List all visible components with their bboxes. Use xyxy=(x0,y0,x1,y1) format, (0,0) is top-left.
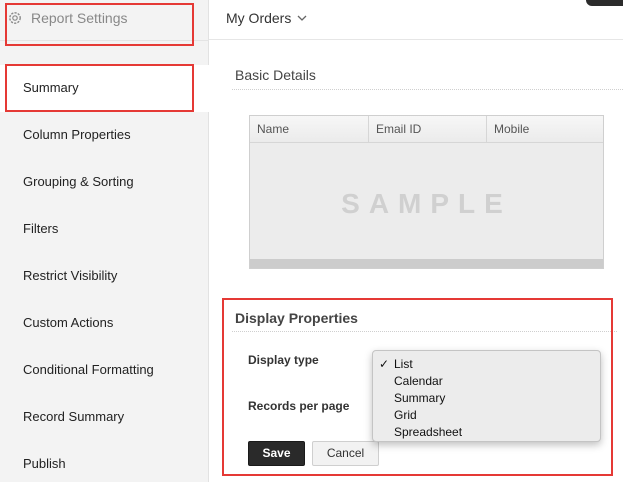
app-root: Report Settings Summary Column Propertie… xyxy=(0,0,623,482)
check-icon: ✓ xyxy=(379,357,390,371)
topbar: My Orders xyxy=(209,0,623,40)
report-name: My Orders xyxy=(226,10,292,26)
sidebar-item-label: Publish xyxy=(23,456,66,471)
sidebar-item-filters[interactable]: Filters xyxy=(0,206,209,253)
sidebar-item-publish[interactable]: Publish xyxy=(0,441,209,482)
option-list[interactable]: List xyxy=(394,357,413,371)
corner-tab[interactable] xyxy=(586,0,623,6)
sidebar-item-conditional-formatting[interactable]: Conditional Formatting xyxy=(0,347,209,394)
sidebar-item-record-summary[interactable]: Record Summary xyxy=(0,394,209,441)
basic-details-divider xyxy=(232,89,623,90)
gear-icon[interactable] xyxy=(7,10,23,26)
sidebar-item-column-properties[interactable]: Column Properties xyxy=(0,112,209,159)
display-properties-title: Display Properties xyxy=(235,310,358,326)
display-type-dropdown-menu: ✓ List Calendar Summary Grid Spreadsheet xyxy=(372,350,601,442)
table-header: Name Email ID Mobile xyxy=(250,116,603,143)
column-header-mobile: Mobile xyxy=(494,122,530,136)
sidebar-item-label: Conditional Formatting xyxy=(23,362,154,377)
sidebar-item-label: Custom Actions xyxy=(23,315,114,330)
cancel-button[interactable]: Cancel xyxy=(312,441,379,466)
sidebar-item-label: Summary xyxy=(23,80,79,95)
basic-details-title: Basic Details xyxy=(235,67,316,83)
option-grid[interactable]: Grid xyxy=(394,408,417,422)
option-summary[interactable]: Summary xyxy=(394,391,445,405)
sidebar-item-label: Filters xyxy=(23,221,59,236)
sidebar-item-summary[interactable]: Summary xyxy=(0,65,209,112)
sidebar-title: Report Settings xyxy=(31,10,128,26)
sample-watermark: SAMPLE xyxy=(341,188,512,219)
column-header-email: Email ID xyxy=(369,116,487,142)
sample-table-preview: Name Email ID Mobile SAMPLE xyxy=(249,115,604,269)
display-properties-divider xyxy=(232,331,617,332)
sidebar: Report Settings Summary Column Propertie… xyxy=(0,0,209,482)
report-selector[interactable]: My Orders xyxy=(226,8,307,28)
chevron-down-icon xyxy=(297,15,307,21)
option-spreadsheet[interactable]: Spreadsheet xyxy=(394,425,462,439)
records-per-page-label: Records per page xyxy=(248,399,350,413)
option-calendar[interactable]: Calendar xyxy=(394,374,443,388)
column-header-name: Name xyxy=(250,116,369,142)
sidebar-item-label: Restrict Visibility xyxy=(23,268,118,283)
sidebar-item-label: Grouping & Sorting xyxy=(23,174,134,189)
display-type-label: Display type xyxy=(248,353,319,367)
sidebar-item-grouping-sorting[interactable]: Grouping & Sorting xyxy=(0,159,209,206)
sidebar-item-label: Column Properties xyxy=(23,127,131,142)
sidebar-item-label: Record Summary xyxy=(23,409,125,424)
sidebar-item-custom-actions[interactable]: Custom Actions xyxy=(0,300,209,347)
save-button[interactable]: Save xyxy=(248,441,305,466)
sidebar-item-restrict-visibility[interactable]: Restrict Visibility xyxy=(0,253,209,300)
table-scrollbar[interactable] xyxy=(250,259,603,268)
sidebar-header: Report Settings xyxy=(0,0,209,41)
